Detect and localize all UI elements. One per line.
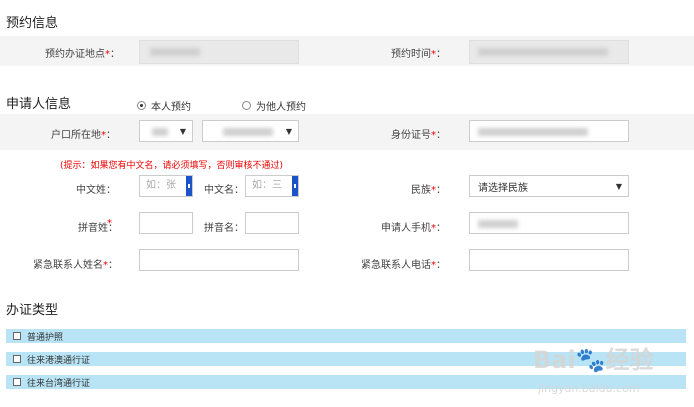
input-assist-icon[interactable] (292, 176, 298, 196)
watermark-logo: Bai🐾经验 (533, 340, 654, 375)
chevron-down-icon: ▼ (615, 181, 622, 191)
radio-other[interactable]: 为他人预约 (242, 95, 306, 114)
household-province-select[interactable]: ▼ (139, 120, 193, 142)
chevron-down-icon: ▼ (179, 126, 186, 136)
paw-icon: 🐾 (575, 346, 606, 374)
emergency-phone-label: 紧急联系人电话*： (361, 260, 446, 271)
radio-self-dot[interactable] (137, 101, 146, 110)
id-number-input[interactable] (469, 120, 629, 142)
time-label: 预约时间*： (391, 49, 446, 60)
emergency-phone-input[interactable] (469, 249, 629, 271)
checkbox[interactable] (13, 332, 21, 340)
household-city-select[interactable]: ▼ (202, 120, 299, 142)
location-label: 预约办证地点*： (45, 49, 120, 60)
py-name-input[interactable] (245, 212, 299, 234)
time-field[interactable] (469, 40, 629, 64)
chevron-down-icon: ▼ (285, 126, 292, 136)
py-name-label: 拼音名： (204, 223, 244, 234)
input-assist-icon[interactable] (186, 176, 192, 196)
emergency-name-label: 紧急联系人姓名*： (33, 260, 118, 271)
radio-other-dot[interactable] (242, 101, 251, 110)
py-surname-input[interactable] (139, 212, 193, 234)
cn-surname-label: 中文姓： (76, 185, 116, 196)
section-title-applicant: 申请人信息 (6, 97, 72, 112)
watermark-brand2: 经验 (605, 346, 654, 374)
section-title-cert-type: 办证类型 (6, 303, 59, 318)
chinese-name-hint: (提示：如果您有中文名，请必须填写，否则审核不通过) (60, 161, 284, 171)
section-title-reservation: 预约信息 (6, 16, 59, 31)
checkbox[interactable] (13, 355, 21, 363)
household-label: 户口所在地*： (51, 130, 116, 141)
location-field[interactable] (139, 40, 299, 64)
cn-name-placeholder: 如：三 (252, 180, 282, 191)
radio-other-label: 为他人预约 (256, 102, 306, 113)
watermark-brand: Bai (533, 346, 576, 374)
radio-self-label: 本人预约 (151, 102, 191, 113)
watermark-url: jingyan.baidu.com (538, 382, 640, 395)
py-surname-required: * (107, 218, 112, 229)
ethnicity-select[interactable]: 请选择民族 ▼ (469, 175, 629, 197)
radio-self[interactable]: 本人预约 (137, 95, 191, 114)
cert-type-label: 普通护照 (27, 332, 64, 343)
cert-type-label: 往来港澳通行证 (27, 355, 91, 366)
cn-surname-placeholder: 如：张 (146, 180, 176, 191)
phone-label: 申请人手机*： (381, 223, 446, 234)
cn-name-input[interactable]: 如：三 (245, 175, 299, 197)
emergency-name-input[interactable] (139, 249, 299, 271)
checkbox[interactable] (13, 378, 21, 386)
ethnicity-select-value: 请选择民族 (478, 182, 528, 194)
ethnicity-label: 民族*： (411, 185, 446, 196)
id-label: 身份证号*： (391, 130, 446, 141)
cert-type-label: 往来台湾通行证 (27, 378, 91, 389)
phone-input[interactable] (469, 212, 629, 234)
cn-name-label: 中文名： (204, 185, 244, 196)
cn-surname-input[interactable]: 如：张 (139, 175, 193, 197)
